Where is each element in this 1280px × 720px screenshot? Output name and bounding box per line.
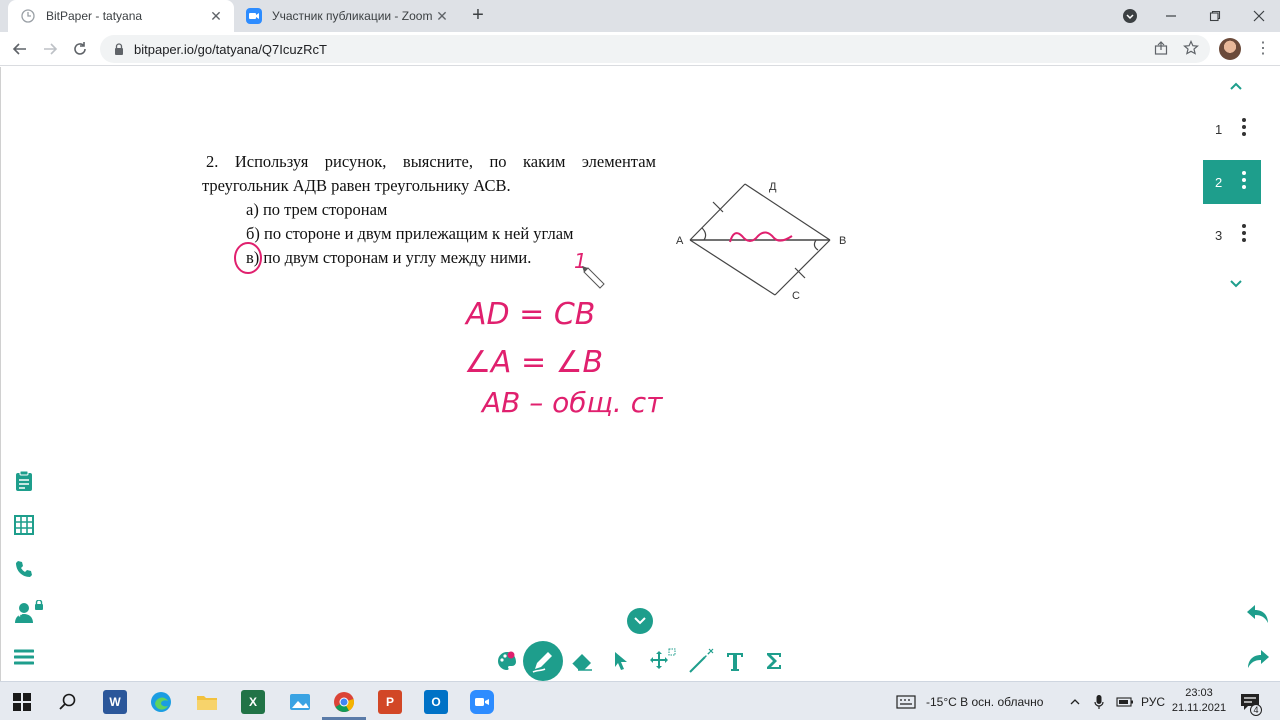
notes-clipboard-icon[interactable]	[12, 469, 36, 493]
add-user-locked-icon[interactable]	[12, 600, 46, 624]
pen-tool-button[interactable]	[523, 641, 563, 681]
page-options-icon[interactable]	[1241, 117, 1247, 137]
ink-line-1: AD = CB	[464, 297, 595, 332]
redo-icon[interactable]	[1244, 645, 1272, 673]
ink-circle-option-c	[234, 242, 262, 274]
zoom-app-icon[interactable]	[470, 690, 494, 714]
photos-app-icon[interactable]	[288, 690, 312, 714]
pages-down-icon[interactable]	[1226, 276, 1246, 292]
word-app-icon[interactable]: W	[103, 690, 127, 714]
ink-line-2: ∠A = ∠B	[464, 345, 603, 380]
page-thumb-3[interactable]: 3	[1203, 213, 1261, 257]
screen: BitPaper - tatyana ✕ Участник публикации…	[0, 0, 1280, 720]
tray-overflow-icon[interactable]	[1070, 682, 1080, 720]
edge-app-icon[interactable]	[149, 690, 173, 714]
microphone-icon[interactable]	[1094, 682, 1104, 720]
laser-pointer-icon[interactable]	[686, 647, 718, 675]
battery-icon[interactable]	[1116, 682, 1134, 720]
page-navigator: 1 2 3	[1203, 75, 1261, 295]
pen-cursor-icon	[582, 266, 605, 289]
pen-icon	[532, 652, 552, 673]
grid-icon[interactable]	[12, 513, 36, 537]
notifications-count: 4	[1250, 704, 1262, 716]
system-clock[interactable]: 23:03 21.11.2021	[1168, 686, 1230, 716]
collapse-toolbar-button[interactable]	[627, 608, 653, 634]
select-pointer-icon[interactable]	[607, 647, 635, 675]
chevron-down-icon	[634, 617, 646, 625]
undo-icon[interactable]	[1244, 600, 1272, 628]
weather-text[interactable]: -15°C В осн. облачно	[926, 682, 1043, 720]
notifications-icon[interactable]: 4	[1240, 682, 1262, 720]
phone-icon[interactable]	[12, 557, 36, 581]
page-number: 2	[1215, 174, 1223, 190]
tray-keyboard-icon[interactable]	[896, 682, 916, 720]
file-explorer-icon[interactable]	[195, 690, 219, 714]
windows-taskbar: W X P O -15°C В осн. облачно РУС 23:03 2…	[0, 681, 1280, 720]
language-indicator[interactable]: РУС	[1141, 682, 1165, 720]
clock-time: 23:03	[1185, 687, 1213, 699]
page-options-icon[interactable]	[1241, 223, 1247, 243]
color-palette-icon[interactable]	[493, 647, 521, 675]
clock-date: 21.11.2021	[1171, 702, 1227, 714]
page-options-icon[interactable]	[1241, 170, 1247, 190]
page-number: 1	[1215, 121, 1223, 137]
powerpoint-app-icon[interactable]: P	[378, 690, 402, 714]
move-icon[interactable]	[644, 647, 680, 675]
search-icon[interactable]	[56, 690, 80, 714]
windows-start-icon[interactable]	[10, 690, 34, 714]
page-thumb-1[interactable]: 1	[1203, 107, 1261, 151]
chrome-app-icon[interactable]	[332, 690, 356, 714]
page-number: 3	[1215, 227, 1223, 243]
menu-hamburger-icon[interactable]	[12, 645, 36, 669]
math-sigma-icon[interactable]	[760, 647, 788, 675]
eraser-icon[interactable]	[568, 647, 596, 675]
outlook-app-icon[interactable]: O	[424, 690, 448, 714]
ink-line-3: AB – общ. ст	[480, 386, 663, 419]
text-tool-icon[interactable]	[721, 647, 749, 675]
page-thumb-2[interactable]: 2	[1203, 160, 1261, 204]
excel-app-icon[interactable]: X	[241, 690, 265, 714]
